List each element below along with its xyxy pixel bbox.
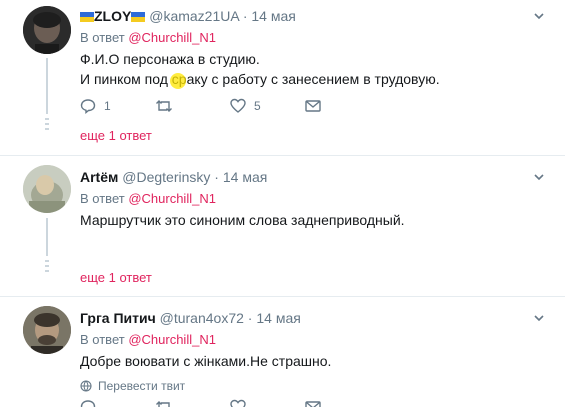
avatar-image <box>23 6 71 54</box>
tweet-header: ZLOY @kamaz21UA · 14 мая <box>80 6 545 26</box>
reply-icon <box>80 99 96 114</box>
retweet-button[interactable] <box>155 98 230 114</box>
replying-prefix: В ответ <box>80 332 125 347</box>
reply-count: 1 <box>104 99 111 113</box>
retweet-icon <box>156 100 172 112</box>
retweet-icon <box>156 401 170 407</box>
tweet-3[interactable]: Грга Питич @turan4ox72 · 14 мая В ответ … <box>0 297 565 407</box>
tweet-text: Добре воювати с жінками.Не страшно. <box>80 351 545 371</box>
tweet-timestamp[interactable]: 14 мая <box>223 169 267 185</box>
mouse-cursor-highlight <box>170 73 186 89</box>
envelope-icon <box>305 401 321 407</box>
tweet-1[interactable]: ZLOY @kamaz21UA · 14 мая В ответ @Church… <box>0 0 565 155</box>
like-button[interactable]: 5 <box>230 98 305 114</box>
avatar-image <box>23 165 71 213</box>
dm-button[interactable] <box>305 99 380 113</box>
tweet-text: Ф.И.О персонажа в студию. И пинком под с… <box>80 49 545 89</box>
tweet-header: Artём @Degterinsky · 14 мая <box>80 167 545 187</box>
author-handle[interactable]: @turan4ox72 <box>160 310 244 326</box>
replying-to: В ответ @Churchill_N1 <box>80 29 545 47</box>
chevron-down-icon[interactable] <box>533 312 545 324</box>
tweet-2[interactable]: Artём @Degterinsky · 14 мая В ответ @Chu… <box>0 156 565 296</box>
chevron-down-icon[interactable] <box>533 171 545 183</box>
separator-dot: · <box>242 8 248 24</box>
ukraine-flag-icon <box>131 12 146 22</box>
author-name[interactable]: ZLOY <box>94 8 131 24</box>
replying-to-link[interactable]: @Churchill_N1 <box>128 30 216 45</box>
replying-to-link[interactable]: @Churchill_N1 <box>128 191 216 206</box>
avatar[interactable] <box>23 6 71 54</box>
thread-dots <box>45 260 49 275</box>
like-button[interactable] <box>230 399 305 407</box>
retweet-button[interactable] <box>155 399 230 407</box>
reply-button[interactable] <box>80 399 155 407</box>
separator-dot: · <box>247 310 253 326</box>
dm-button[interactable] <box>305 400 380 407</box>
tweet-text: Маршрутчик это синоним слова заднепривод… <box>80 210 545 230</box>
thread-line <box>46 218 48 256</box>
reply-button[interactable]: 1 <box>80 98 155 114</box>
replying-to-link[interactable]: @Churchill_N1 <box>128 332 216 347</box>
globe-icon <box>80 380 92 392</box>
author-handle[interactable]: @Degterinsky <box>122 169 210 185</box>
replying-to: В ответ @Churchill_N1 <box>80 190 545 208</box>
replying-prefix: В ответ <box>80 191 125 206</box>
chevron-down-icon[interactable] <box>533 10 545 22</box>
author-name[interactable]: Грга Питич <box>80 310 156 326</box>
ukraine-flag-icon <box>80 12 94 22</box>
thread-line <box>46 58 48 114</box>
author-handle[interactable]: @kamaz21UA <box>149 8 239 24</box>
translate-label: Перевести твит <box>98 379 186 393</box>
tweet-text-line: Добре воювати с жінками.Не страшно. <box>80 353 332 369</box>
thread-dots <box>45 118 49 133</box>
show-more-replies-link[interactable]: еще 1 ответ <box>80 128 152 143</box>
replying-prefix: В ответ <box>80 30 125 45</box>
envelope-icon <box>305 100 321 112</box>
replying-to: В ответ @Churchill_N1 <box>80 331 545 349</box>
tweet-text-line: Ф.И.О персонажа в студию. <box>80 51 260 67</box>
reply-icon <box>80 400 96 407</box>
avatar-image <box>23 306 71 354</box>
tweet-header: Грга Питич @turan4ox72 · 14 мая <box>80 308 545 328</box>
like-count: 5 <box>254 99 261 113</box>
tweet-text-line: Маршрутчик это синоним слова заднепривод… <box>80 212 405 228</box>
tweet-timestamp[interactable]: 14 мая <box>251 8 295 24</box>
author-name[interactable]: Artём <box>80 169 118 185</box>
tweet-timestamp[interactable]: 14 мая <box>256 310 300 326</box>
show-more-replies-link[interactable]: еще 1 ответ <box>80 270 152 285</box>
tweet-text-line: И пинком под сраку с работу с занесением… <box>80 71 440 87</box>
avatar[interactable] <box>23 165 71 213</box>
heart-icon <box>230 98 246 113</box>
separator-dot: · <box>214 169 219 185</box>
heart-icon <box>230 399 246 407</box>
avatar[interactable] <box>23 306 71 354</box>
translate-tweet-link[interactable]: Перевести твит <box>80 379 545 393</box>
